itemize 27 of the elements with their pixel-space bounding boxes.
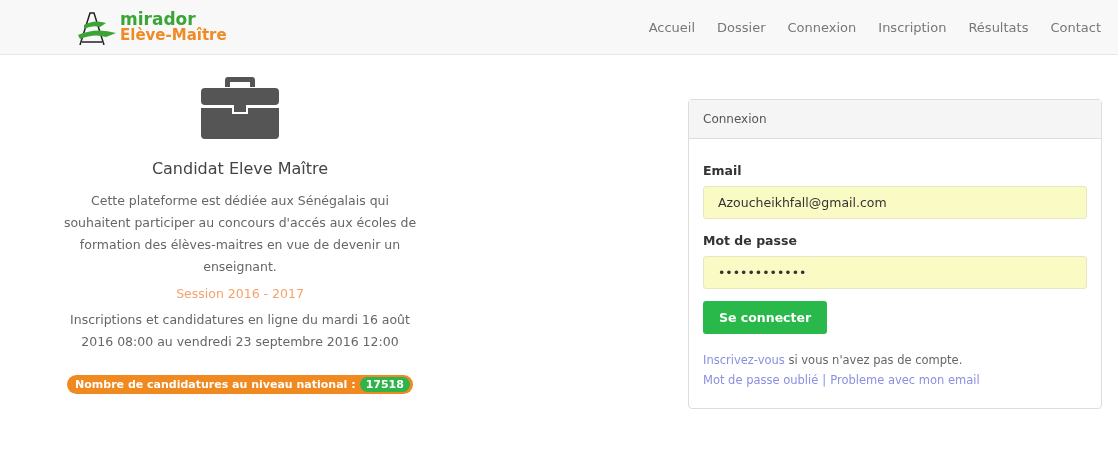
- input-field[interactable]: Azoucheikhfall@gmail.com: [703, 186, 1087, 219]
- intro-description: Cette plateforme est dédiée aux Sénégalais qui souhaitent participer au concours d'accés aux écoles de formation des élèves-maitres en vue de devenir un enseignant.: [62, 192, 418, 276]
- session-text: Session 2016 - 2017: [176, 286, 304, 301]
- forgot-password-link[interactable]: Mot de passe oublié: [703, 373, 819, 387]
- nav-link[interactable]: Dossier: [708, 11, 775, 43]
- login-button[interactable]: Se connecter: [703, 301, 828, 334]
- email-problem-link[interactable]: Probleme avec mon email: [830, 373, 980, 387]
- register-link[interactable]: Inscrivez-vous: [703, 353, 785, 367]
- nav-link[interactable]: Résultats: [959, 11, 1038, 43]
- panel-title: Connexion: [689, 100, 1101, 139]
- counter-label: Nombre de candidatures au niveau national :: [75, 378, 356, 391]
- intro-title: Candidat Eleve Maître: [151, 159, 329, 178]
- nav-link[interactable]: Connexion: [778, 11, 866, 43]
- nav-link[interactable]: Contact: [1041, 11, 1110, 43]
- tree-logo-icon: [76, 9, 118, 45]
- nav-link[interactable]: Accueil: [639, 11, 705, 43]
- brand-subtitle[interactable]: Elève-Maître: [120, 27, 227, 43]
- schedule-text: Inscriptions et candidatures en ligne du mardi 16 août 2016 08:00 au vendredi 23 septembre 2016 12:00: [69, 311, 411, 351]
- counter-value: 17518: [359, 377, 410, 392]
- brand-name[interactable]: mirador: [120, 11, 227, 27]
- field-label: Mot de passe: [703, 233, 798, 248]
- nav-link[interactable]: Inscription: [869, 11, 956, 43]
- input-field[interactable]: ••••••••••••: [703, 256, 1087, 289]
- field-label: Email: [703, 163, 743, 178]
- briefcase-icon: [201, 77, 279, 139]
- link-separator: |: [822, 373, 827, 387]
- register-sentence: Inscrivez-vous si vous n'avez pas de compte.: [703, 352, 964, 369]
